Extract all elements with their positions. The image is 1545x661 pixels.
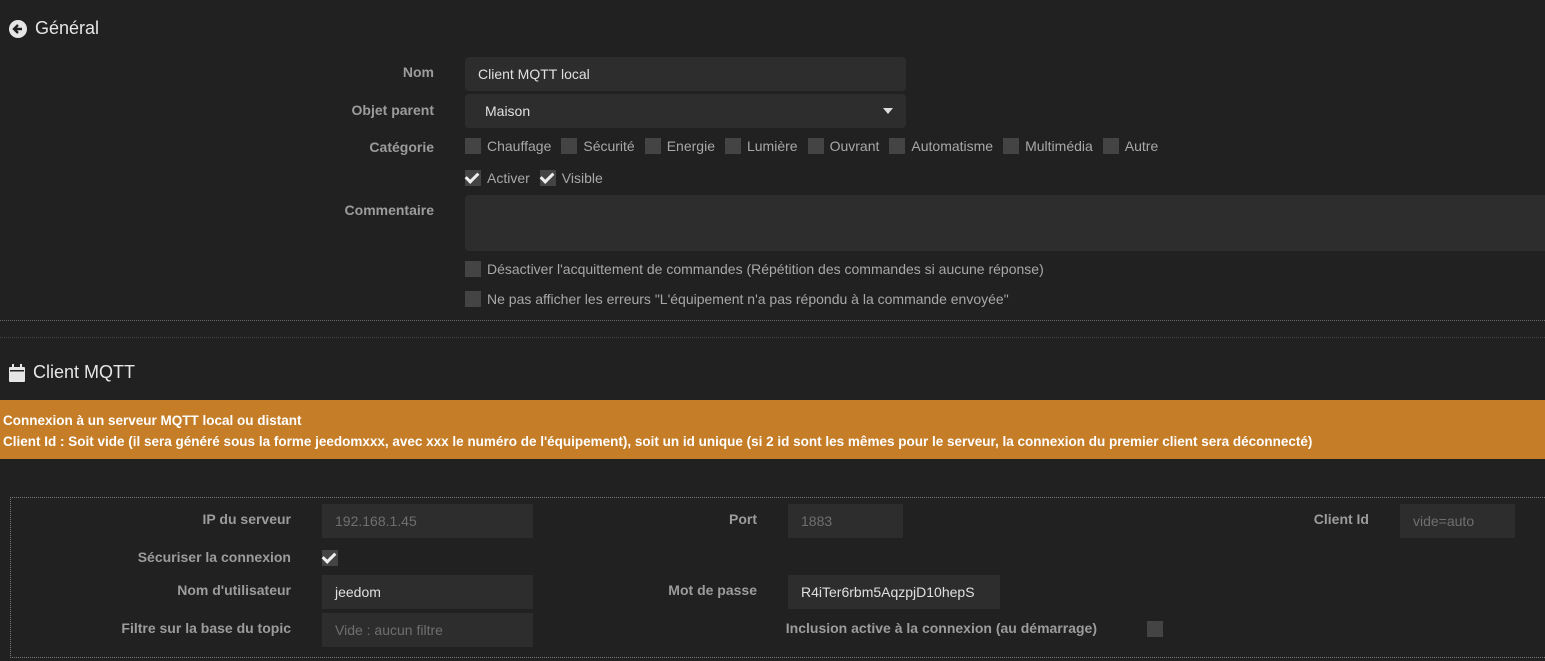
category-multimedia[interactable]: Multimédia: [1003, 138, 1093, 154]
port-label: Port: [729, 511, 757, 527]
topic-input[interactable]: Vide : aucun filtre: [322, 613, 533, 647]
category-label: Sécurité: [583, 138, 635, 154]
checkbox[interactable]: [539, 170, 556, 186]
category-label: Chauffage: [487, 138, 552, 154]
topic-label: Filtre sur la base du topic: [121, 620, 291, 636]
category-label: Ouvrant: [829, 138, 880, 154]
activer-checkbox[interactable]: Activer: [465, 170, 530, 186]
activer-label: Activer: [487, 170, 530, 186]
calendar-icon: [9, 363, 25, 382]
disable-ack-label: Désactiver l'acquittement de commandes (…: [487, 261, 1044, 277]
category-energie[interactable]: Energie: [644, 138, 715, 154]
info-alert: Connexion à un serveur MQTT local ou dis…: [0, 400, 1545, 459]
caret-down-icon: [883, 108, 893, 119]
mqtt-header: Client MQTT: [9, 362, 135, 383]
category-label: Lumière: [746, 138, 798, 154]
nom-input[interactable]: Client MQTT local: [465, 57, 906, 91]
category-label: Energie: [666, 138, 715, 154]
category-securite[interactable]: Sécurité: [561, 138, 635, 154]
secure-checkbox[interactable]: [322, 550, 338, 566]
hide-errors-label: Ne pas afficher les erreurs "L'équipemen…: [487, 291, 1009, 307]
hide-errors-checkbox[interactable]: Ne pas afficher les erreurs "L'équipemen…: [465, 291, 1009, 307]
inclusion-label: Inclusion active à la connexion (au déma…: [785, 620, 1097, 636]
user-label: Nom d'utilisateur: [177, 582, 291, 598]
visible-label: Visible: [561, 170, 603, 186]
checkbox[interactable]: [889, 138, 906, 154]
password-input[interactable]: R4iTer6rbm5AqzpjD10hepS: [788, 575, 1000, 609]
commentaire-label: Commentaire: [344, 202, 434, 218]
parent-value: Maison: [485, 103, 531, 119]
ip-input[interactable]: 192.168.1.45: [322, 504, 533, 538]
user-input[interactable]: jeedom: [322, 575, 533, 609]
inclusion-checkbox[interactable]: [1146, 621, 1163, 637]
back-arrow-circle-icon[interactable]: [9, 19, 27, 38]
port-input[interactable]: 1883: [788, 504, 903, 538]
checkbox[interactable]: [465, 170, 481, 186]
checkbox[interactable]: [561, 138, 578, 154]
category-list: Chauffage Sécurité Energie Lumière Ouvra…: [465, 138, 1158, 154]
parent-select[interactable]: Maison: [465, 94, 906, 128]
checkbox[interactable]: [724, 138, 741, 154]
general-header: Général: [9, 18, 99, 39]
alert-line: Connexion à un serveur MQTT local ou dis…: [3, 413, 302, 428]
password-label: Mot de passe: [668, 582, 757, 598]
checkbox[interactable]: [465, 138, 481, 154]
checkbox[interactable]: [465, 261, 481, 277]
category-label: Automatisme: [911, 138, 994, 154]
checkbox[interactable]: [644, 138, 661, 154]
category-ouvrant[interactable]: Ouvrant: [807, 138, 880, 154]
checkbox[interactable]: [807, 138, 824, 154]
clientid-label: Client Id: [1313, 511, 1369, 527]
divider: [0, 320, 1545, 321]
checkbox[interactable]: [1102, 138, 1119, 154]
nom-label: Nom: [402, 64, 434, 80]
clientid-input[interactable]: vide=auto: [1400, 504, 1515, 538]
category-autre[interactable]: Autre: [1102, 138, 1159, 154]
visible-checkbox[interactable]: Visible: [539, 170, 603, 186]
disable-ack-checkbox[interactable]: Désactiver l'acquittement de commandes (…: [465, 261, 1044, 277]
category-chauffage[interactable]: Chauffage: [465, 138, 551, 154]
divider: [0, 337, 1545, 338]
general-title: Général: [35, 18, 100, 38]
category-label: Multimédia: [1025, 138, 1093, 154]
category-lumiere[interactable]: Lumière: [724, 138, 798, 154]
secure-label: Sécuriser la connexion: [137, 549, 291, 565]
parent-label: Objet parent: [351, 102, 434, 118]
alert-line: Client Id : Soit vide (il sera généré so…: [3, 434, 1313, 449]
checkbox[interactable]: [1003, 138, 1020, 154]
category-label: Autre: [1124, 138, 1159, 154]
commentaire-textarea[interactable]: [465, 195, 1545, 251]
ip-label: IP du serveur: [202, 511, 291, 527]
mqtt-title: Client MQTT: [33, 362, 136, 382]
checkbox[interactable]: [465, 291, 481, 307]
category-automatisme[interactable]: Automatisme: [889, 138, 993, 154]
categorie-label: Catégorie: [369, 139, 434, 155]
